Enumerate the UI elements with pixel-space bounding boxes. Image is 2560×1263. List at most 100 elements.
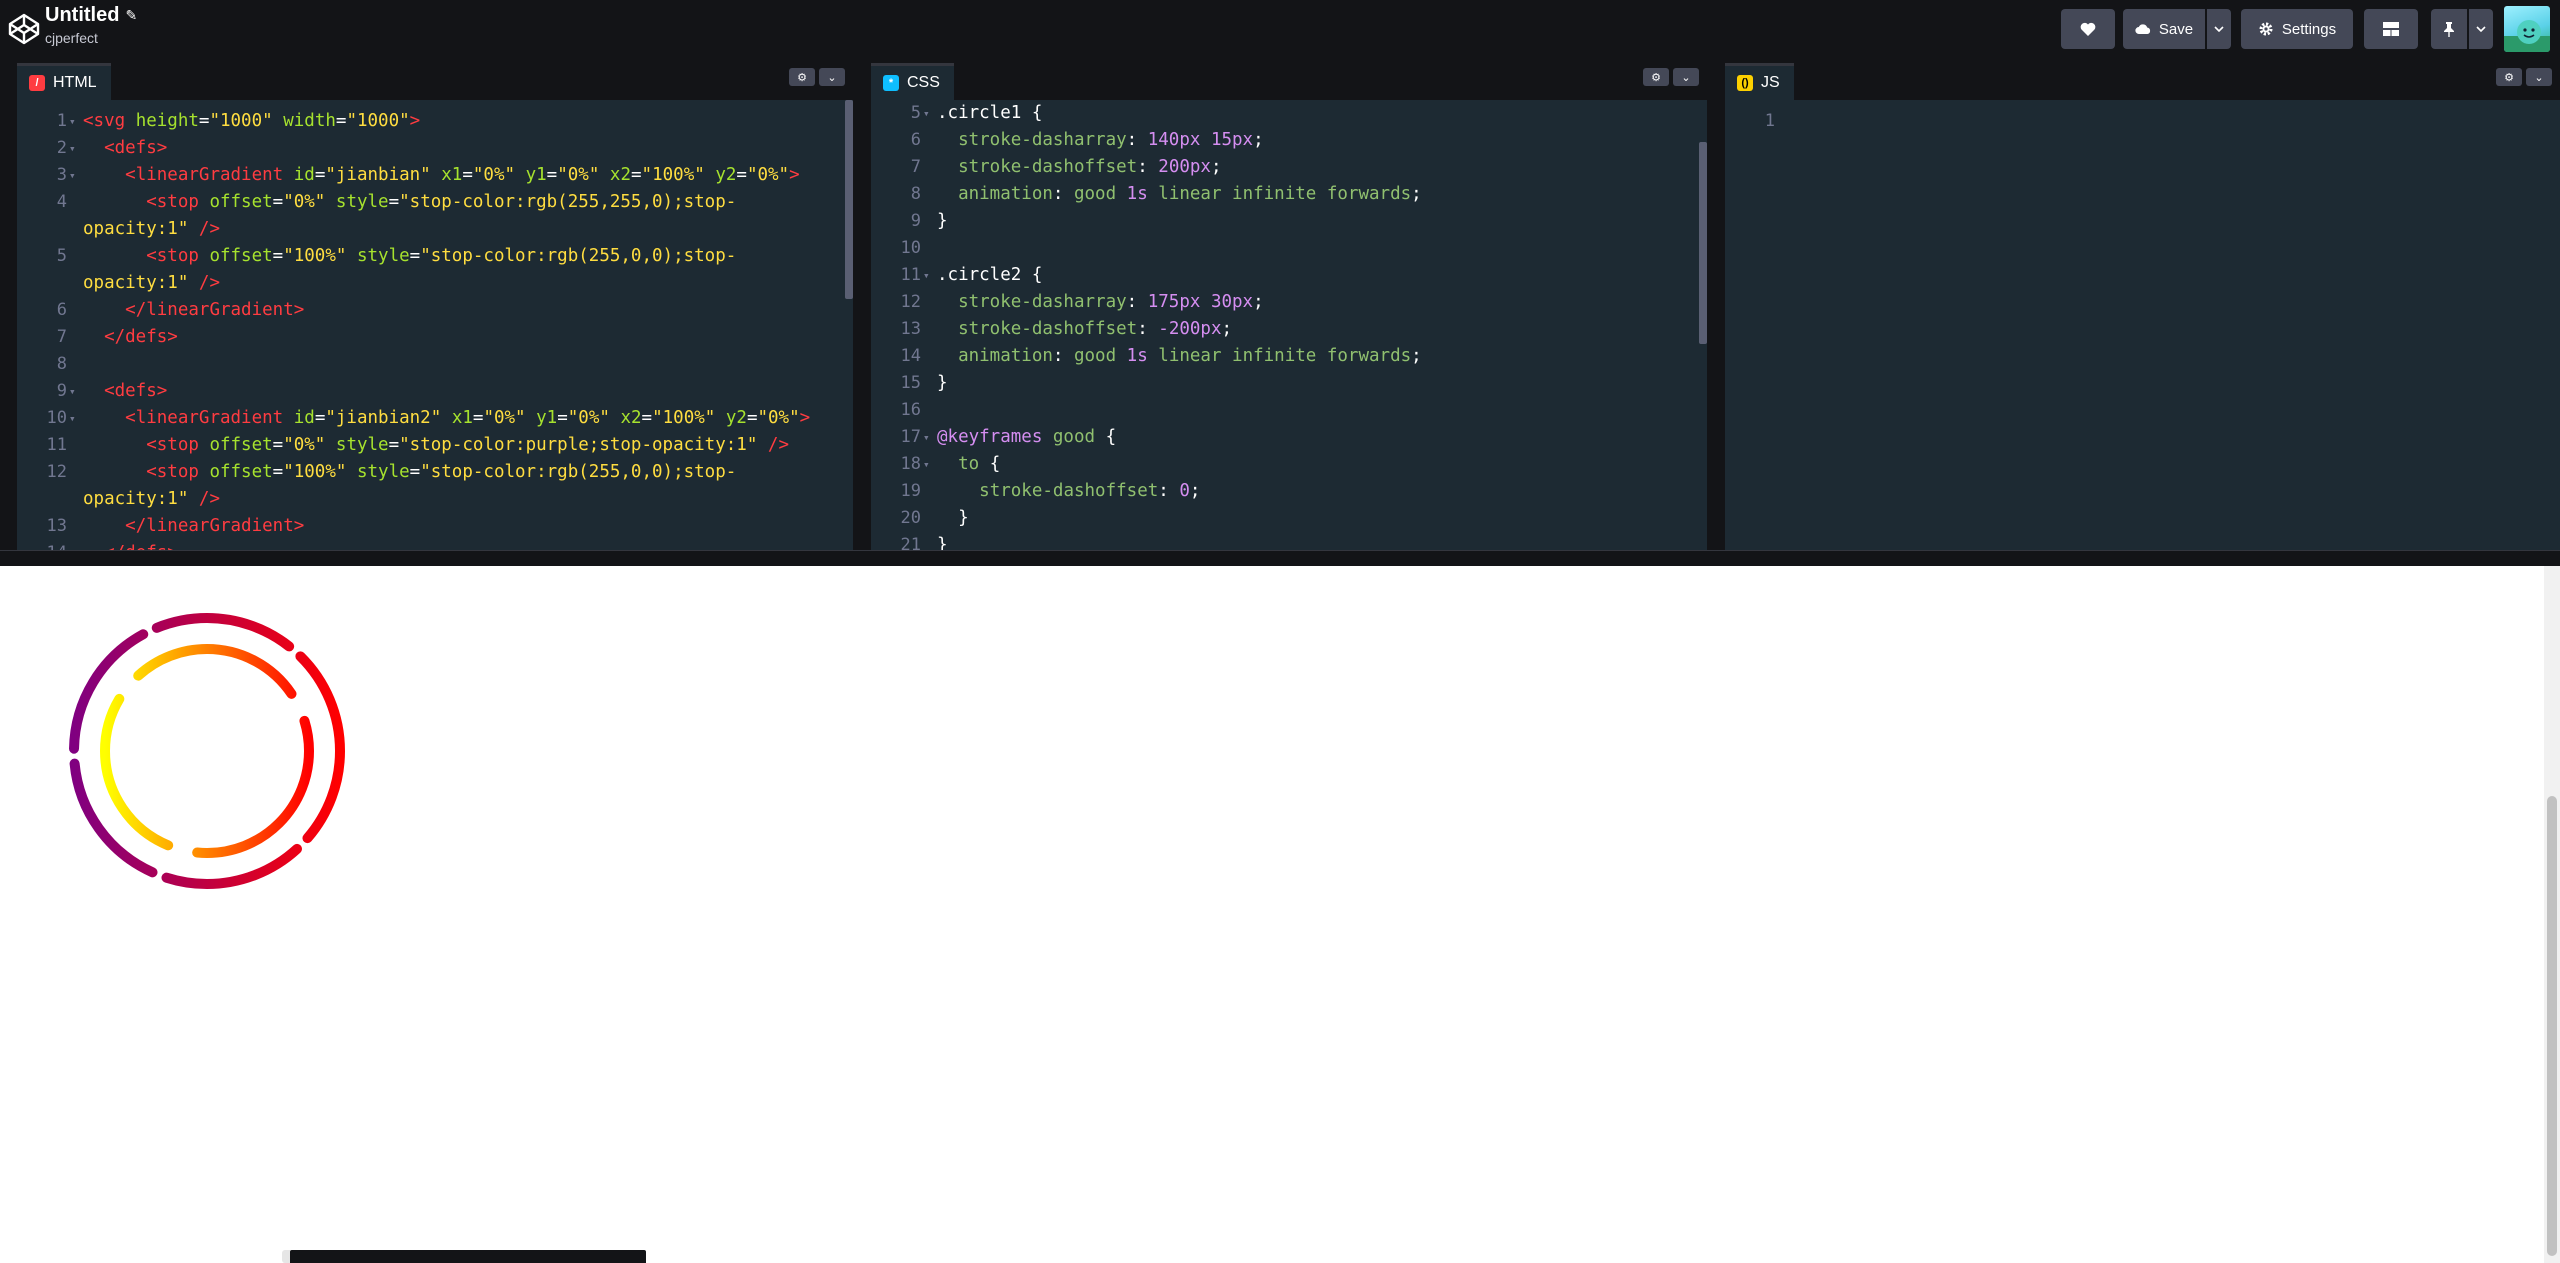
- codepen-logo-icon[interactable]: [6, 11, 42, 47]
- line-number: 3: [56, 165, 67, 185]
- code-line[interactable]: 16: [871, 397, 1707, 424]
- code-line[interactable]: opacity:1" />: [17, 216, 853, 243]
- code-line[interactable]: 9}: [871, 208, 1707, 235]
- code-line[interactable]: 8 animation: good 1s linear infinite for…: [871, 181, 1707, 208]
- fold-toggle-icon[interactable]: ▾: [69, 135, 76, 162]
- html-settings-button[interactable]: ⚙: [789, 68, 815, 86]
- code-token: y2: [715, 165, 737, 185]
- code-line[interactable]: 1 ▾ <svg height="1000" width="1000">: [17, 108, 853, 135]
- pin-button[interactable]: [2431, 9, 2467, 49]
- css-collapse-button[interactable]: ⌄: [1673, 68, 1699, 86]
- code-token: .circle2 {: [937, 265, 1043, 285]
- css-code[interactable]: 5 ▾ .circle1 {6 stroke-dasharray: 140px 15…: [871, 100, 1707, 550]
- love-button[interactable]: [2061, 9, 2115, 49]
- code-line[interactable]: 8: [17, 351, 853, 378]
- line-number: 11: [900, 265, 921, 285]
- code-line[interactable]: 10: [871, 235, 1707, 262]
- save-button[interactable]: Save: [2123, 9, 2205, 49]
- line-number: 5: [56, 246, 67, 266]
- change-view-button[interactable]: [2364, 9, 2418, 49]
- pencil-icon[interactable]: ✎: [125, 7, 137, 24]
- editor-preview-resizer[interactable]: [0, 550, 2560, 566]
- code-line[interactable]: 1: [1725, 108, 2560, 135]
- code-line[interactable]: 18 ▾ to {: [871, 451, 1707, 478]
- settings-button[interactable]: Settings: [2241, 9, 2353, 49]
- fold-toggle-icon[interactable]: ▾: [69, 162, 76, 189]
- preview-scrollbar-thumb[interactable]: [2547, 796, 2557, 1256]
- fold-toggle-icon[interactable]: ▾: [69, 405, 76, 432]
- code-line[interactable]: 12 stroke-dasharray: 175px 30px;: [871, 289, 1707, 316]
- author-username[interactable]: cjperfect: [45, 30, 98, 46]
- code-line[interactable]: 4 <stop offset="0%" style="stop-color:rg…: [17, 189, 853, 216]
- tab-js[interactable]: () JS: [1725, 63, 1794, 100]
- fold-toggle-icon[interactable]: ▾: [923, 262, 930, 289]
- code-token: y1: [536, 408, 558, 428]
- code-line[interactable]: 14 animation: good 1s linear infinite fo…: [871, 343, 1707, 370]
- fold-toggle-icon[interactable]: ▾: [923, 100, 930, 127]
- code-token: :: [1126, 292, 1148, 312]
- settings-label: Settings: [2281, 20, 2337, 38]
- code-line[interactable]: 13 stroke-dashoffset: -200px;: [871, 316, 1707, 343]
- code-token: "jianbian2": [325, 408, 442, 428]
- code-line[interactable]: 10 ▾ <linearGradient id="jianbian2" x1="0…: [17, 405, 853, 432]
- code-line[interactable]: 5 ▾ .circle1 {: [871, 100, 1707, 127]
- code-line[interactable]: 12 <stop offset="100%" style="stop-color…: [17, 459, 853, 486]
- code-line[interactable]: 13 </linearGradient>: [17, 513, 853, 540]
- project-title[interactable]: Untitled: [45, 4, 119, 27]
- code-token: {: [1105, 427, 1117, 447]
- code-line[interactable]: 14 </defs>: [17, 540, 853, 550]
- fold-toggle-icon[interactable]: ▾: [69, 378, 76, 405]
- js-collapse-button[interactable]: ⌄: [2526, 68, 2552, 86]
- css-scrollbar[interactable]: [1699, 142, 1707, 344]
- avatar[interactable]: [2504, 6, 2550, 52]
- code-line[interactable]: 3 ▾ <linearGradient id="jianbian" x1="0%"…: [17, 162, 853, 189]
- code-line[interactable]: 17 ▾ @keyframes good {: [871, 424, 1707, 451]
- js-code[interactable]: 1: [1725, 100, 2560, 550]
- code-line[interactable]: 6 stroke-dasharray: 140px 15px;: [871, 127, 1707, 154]
- save-options-button[interactable]: [2207, 9, 2231, 49]
- code-line[interactable]: 5 <stop offset="100%" style="stop-color:…: [17, 243, 853, 270]
- code-line[interactable]: 2 ▾ <defs>: [17, 135, 853, 162]
- preview-scrollbar-track: [2544, 566, 2560, 1263]
- css-settings-button[interactable]: ⚙: [1643, 68, 1669, 86]
- html-collapse-button[interactable]: ⌄: [819, 68, 845, 86]
- code-token: </defs>: [104, 327, 178, 347]
- html-file-icon: /: [29, 75, 45, 91]
- code-line[interactable]: 11 <stop offset="0%" style="stop-color:p…: [17, 432, 853, 459]
- code-text: <svg height="1000" width="1000">: [83, 108, 420, 135]
- code-line[interactable]: 7 stroke-dashoffset: 200px;: [871, 154, 1707, 181]
- console-bar[interactable]: [290, 1250, 646, 1263]
- code-line[interactable]: 15}: [871, 370, 1707, 397]
- code-token: "0%": [283, 192, 326, 212]
- code-line[interactable]: 6 </linearGradient>: [17, 297, 853, 324]
- code-line[interactable]: 19 stroke-dashoffset: 0;: [871, 478, 1707, 505]
- tab-css[interactable]: * CSS: [871, 63, 954, 100]
- cloud-icon: [2135, 24, 2150, 35]
- pin-icon: [2444, 22, 2454, 37]
- html-scrollbar[interactable]: [845, 100, 853, 299]
- line-number: 9: [910, 211, 921, 231]
- code-line[interactable]: 7 </defs>: [17, 324, 853, 351]
- code-line[interactable]: opacity:1" />: [17, 486, 853, 513]
- pin-options-button[interactable]: [2469, 9, 2493, 49]
- code-line[interactable]: opacity:1" />: [17, 270, 853, 297]
- tab-html[interactable]: / HTML: [17, 63, 111, 100]
- code-line[interactable]: 11 ▾ .circle2 {: [871, 262, 1707, 289]
- code-token: "1000": [346, 111, 410, 131]
- code-token: }: [937, 373, 948, 393]
- fold-toggle-icon[interactable]: ▾: [69, 108, 76, 135]
- js-settings-button[interactable]: ⚙: [2496, 68, 2522, 86]
- html-code[interactable]: 1 ▾ <svg height="1000" width="1000"> 2 ▾ <de…: [17, 100, 853, 550]
- code-token: "stop-color:purple;stop-opacity:1": [399, 435, 758, 455]
- code-line[interactable]: 21}: [871, 532, 1707, 550]
- code-line[interactable]: 20 }: [871, 505, 1707, 532]
- fold-toggle-icon[interactable]: ▾: [923, 424, 930, 451]
- code-line[interactable]: 9 ▾ <defs>: [17, 378, 853, 405]
- fold-toggle-icon[interactable]: ▾: [923, 451, 930, 478]
